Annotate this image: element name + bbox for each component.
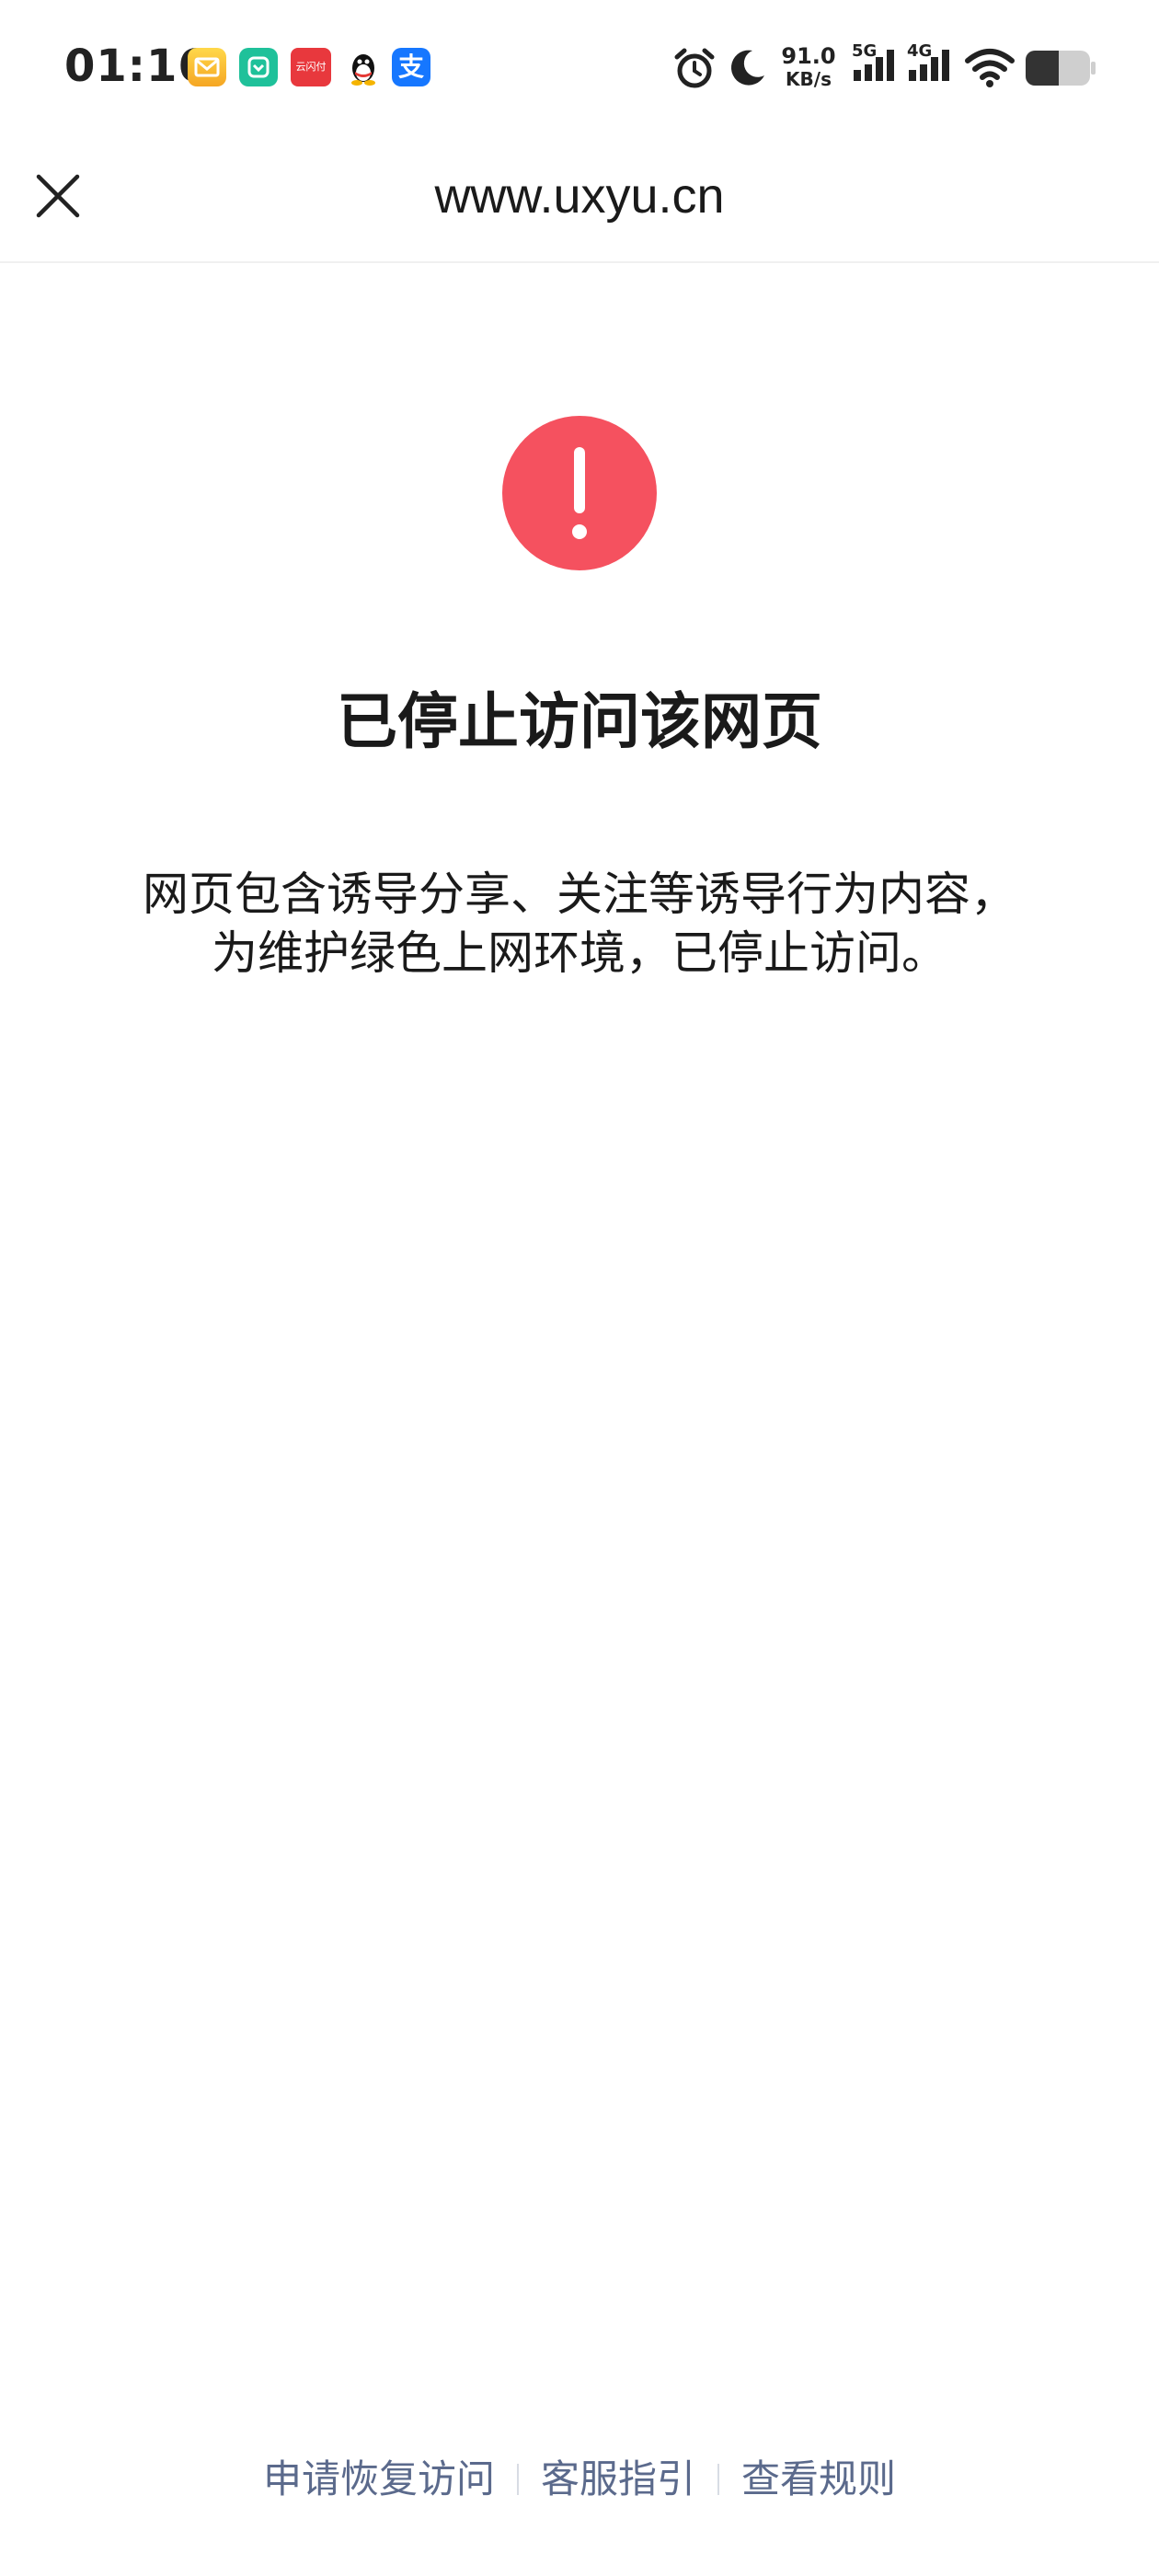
signal-4g-icon: 4G <box>907 42 949 81</box>
description-line-2: 为维护绿色上网环境，已停止访问。 <box>212 926 947 980</box>
blocked-heading: 已停止访问该网页 <box>337 686 822 757</box>
mail-app-icon <box>188 48 226 86</box>
nav-bar: www.uxyu.cn <box>0 138 1159 263</box>
status-indicators: 91.0 KB/s 5G 4G <box>671 42 1096 94</box>
ticket-app-icon: 云闪付 <box>291 48 331 86</box>
close-button[interactable] <box>28 166 88 226</box>
alipay-icon: 支 <box>392 48 430 86</box>
signal-5g-icon: 5G <box>852 42 894 81</box>
close-icon <box>36 174 80 218</box>
network-speed-value: 91.0 <box>781 43 836 69</box>
page-url-title: www.uxyu.cn <box>434 168 725 224</box>
view-rules-link[interactable]: 查看规则 <box>719 2447 918 2512</box>
network-speed: 91.0 KB/s <box>780 44 837 90</box>
footer-links: 申请恢复访问 客服指引 查看规则 <box>0 2447 1159 2512</box>
request-restore-access-link[interactable]: 申请恢复访问 <box>241 2447 517 2512</box>
battery-icon <box>1025 50 1096 90</box>
network-speed-unit: KB/s <box>786 68 832 90</box>
alipay-glyph: 支 <box>397 52 424 82</box>
description-line-1: 网页包含诱导分享、关注等诱导行为内容， <box>143 868 1016 921</box>
alarm-icon <box>671 46 717 96</box>
qq-icon <box>344 48 383 86</box>
status-bar: 01:16 云闪付 支 91.0 KB/s 5G 4G <box>0 0 1159 138</box>
mijia-app-icon <box>239 48 278 86</box>
moon-icon <box>725 46 769 94</box>
customer-service-guide-link[interactable]: 客服指引 <box>519 2447 717 2512</box>
wifi-icon <box>964 46 1016 92</box>
blocked-description: 网页包含诱导分享、关注等诱导行为内容， 为维护绿色上网环境，已停止访问。 <box>92 865 1067 983</box>
ticket-app-glyph: 云闪付 <box>295 61 327 73</box>
warning-icon <box>502 416 657 570</box>
